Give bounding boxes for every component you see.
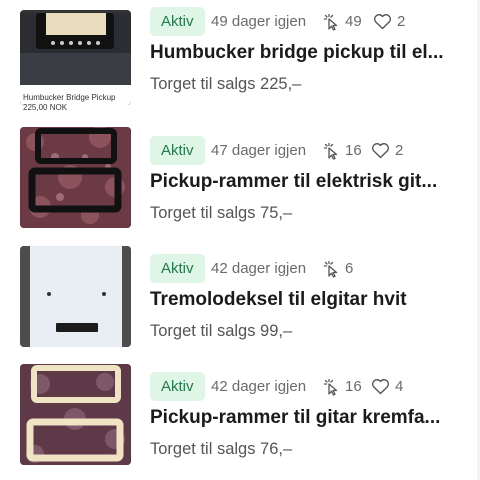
like-count-value: 2 (397, 13, 406, 30)
like-count-value: 2 (395, 142, 404, 159)
days-left: 47 dager igjen (211, 142, 307, 159)
listing-price: Torget til salgs 99,– (150, 322, 293, 340)
like-count-value: 4 (395, 378, 404, 395)
heart-icon (372, 143, 389, 159)
cursor-click-icon (323, 378, 338, 396)
click-count-value: 6 (345, 260, 354, 277)
cursor-click-icon (323, 260, 338, 278)
listing-item[interactable]: Aktiv 42 dager igjen 6 Tremolodeksel til… (0, 237, 480, 355)
click-count-value: 16 (345, 142, 362, 159)
click-count-value: 49 (345, 13, 362, 30)
click-count: 49 (322, 7, 362, 36)
listing-price: Torget til salgs 75,– (150, 204, 293, 222)
status-badge: Aktiv (150, 7, 205, 36)
days-left: 49 dager igjen (211, 13, 307, 30)
click-count: 16 (322, 136, 362, 165)
thumbnail-caption-price: 225,00 NOK (23, 103, 68, 112)
like-count: 2 (373, 7, 405, 36)
listing-price: Torget til salgs 225,– (150, 75, 302, 93)
like-count: 4 (371, 372, 403, 401)
click-count: 6 (322, 254, 353, 283)
days-left: 42 dager igjen (211, 260, 307, 277)
listing-thumbnail[interactable] (20, 127, 131, 228)
cursor-click-icon (323, 13, 338, 31)
listing-thumbnail[interactable] (20, 364, 131, 465)
listing-thumbnail[interactable] (20, 10, 131, 105)
like-count: 2 (371, 136, 403, 165)
listing-item[interactable]: Humbucker Bridge Pickup 225,00 NOK Aktiv… (0, 0, 480, 112)
cursor-click-icon (323, 142, 338, 160)
status-badge: Aktiv (150, 136, 205, 165)
listing-title[interactable]: Tremolodeksel til elgitar hvit (150, 287, 450, 313)
listing-title[interactable]: Humbucker bridge pickup til el... (150, 40, 450, 66)
listing-thumbnail[interactable] (20, 246, 131, 347)
click-count-value: 16 (345, 378, 362, 395)
heart-icon (372, 379, 389, 395)
listing-item[interactable]: Aktiv 42 dager igjen 16 4 Pickup-rammer … (0, 355, 480, 473)
listing-item[interactable]: Aktiv 47 dager igjen 16 2 Pickup-rammer … (0, 119, 480, 237)
heart-icon (374, 14, 391, 30)
status-badge: Aktiv (150, 254, 205, 283)
click-count: 16 (322, 372, 362, 401)
days-left: 42 dager igjen (211, 378, 307, 395)
listing-title[interactable]: Pickup-rammer til elektrisk git... (150, 169, 450, 195)
listing-price: Torget til salgs 76,– (150, 440, 293, 458)
listing-title[interactable]: Pickup-rammer til gitar kremfa... (150, 405, 450, 431)
status-badge: Aktiv (150, 372, 205, 401)
thumbnail-caption: Humbucker Bridge Pickup (23, 93, 116, 102)
